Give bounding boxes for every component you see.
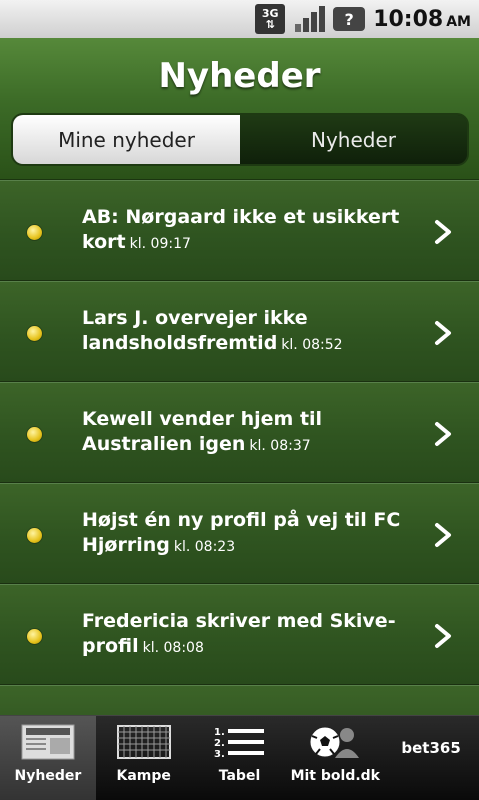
unread-dot-icon xyxy=(27,427,42,442)
chevron-right-icon xyxy=(435,624,451,648)
svg-text:1.: 1. xyxy=(214,727,225,738)
news-item[interactable]: Kewell vender hjem til Australien igen kl… xyxy=(0,382,479,483)
news-item-text: AB: Nørgaard ikke et usikkert kort kl. 09… xyxy=(82,205,402,257)
segment-nyheder[interactable]: Nyheder xyxy=(240,115,467,164)
chevron-right-icon xyxy=(435,321,451,345)
news-time: kl. 08:52 xyxy=(281,337,343,353)
news-time: kl. 08:37 xyxy=(249,438,311,454)
chevron-right-icon xyxy=(435,523,451,547)
unread-dot-icon xyxy=(27,629,42,644)
svg-text:2.: 2. xyxy=(214,738,225,749)
news-item-text: Lars J. overvejer ikke landsholdsfremtid… xyxy=(82,306,402,358)
unread-dot-icon xyxy=(27,326,42,341)
news-headline: Lars J. overvejer ikke landsholdsfremtid xyxy=(82,307,308,354)
status-bar: 3G ⇅ ? 10:08 AM xyxy=(0,0,479,38)
bet365-logo[interactable]: bet365 xyxy=(383,716,479,800)
clock-time: 10:08 xyxy=(373,6,444,32)
tab-tabel[interactable]: 1. 2. 3. Tabel xyxy=(192,716,288,800)
tab-label: Kampe xyxy=(116,768,171,784)
news-segment-control: Mine nyheder Nyheder xyxy=(11,113,469,166)
tab-label: Nyheder xyxy=(14,768,82,784)
news-time: kl. 09:17 xyxy=(129,236,191,252)
news-headline: Fredericia skriver med Skive-profil xyxy=(82,610,396,657)
news-item[interactable]: Lars J. overvejer ikke landsholdsfremtid… xyxy=(0,281,479,382)
ball-profile-icon xyxy=(307,722,363,762)
tab-label: Mit bold.dk xyxy=(290,768,380,784)
newspaper-icon xyxy=(21,722,75,762)
clock: 10:08 AM xyxy=(373,7,471,32)
numbered-list-icon: 1. 2. 3. xyxy=(212,722,266,762)
svg-text:3.: 3. xyxy=(214,749,225,759)
tab-kampe[interactable]: Kampe xyxy=(96,716,192,800)
data-arrows-icon: ⇅ xyxy=(265,18,275,31)
news-item[interactable]: Højst én ny profil på vej til FC Hjørrin… xyxy=(0,483,479,584)
news-time: kl. 08:23 xyxy=(173,539,236,555)
bottom-tab-bar: Nyheder Kampe 1. 2. 3. Tabel Mit bold.dk… xyxy=(0,715,479,800)
tab-mit-bold[interactable]: Mit bold.dk xyxy=(287,716,383,800)
page-title: Nyheder xyxy=(158,56,321,96)
news-item-partial[interactable] xyxy=(0,685,479,715)
clock-ampm: AM xyxy=(446,13,471,30)
tab-nyheder[interactable]: Nyheder xyxy=(0,716,96,800)
chevron-right-icon xyxy=(435,220,451,244)
news-item-text: Kewell vender hjem til Australien igen kl… xyxy=(82,407,402,459)
app-header: Nyheder Mine nyheder Nyheder xyxy=(0,38,479,180)
goal-net-icon xyxy=(116,722,171,762)
news-item-text: Højst én ny profil på vej til FC Hjørrin… xyxy=(82,508,402,560)
unread-dot-icon xyxy=(27,528,42,543)
network-3g-icon: 3G ⇅ xyxy=(255,4,286,34)
tab-label: Tabel xyxy=(218,768,261,784)
news-item-text: Fredericia skriver med Skive-profil kl. 0… xyxy=(82,609,402,661)
news-list: AB: Nørgaard ikke et usikkert kort kl. 09… xyxy=(0,180,479,715)
battery-unknown-icon: ? xyxy=(333,7,366,31)
news-item[interactable]: Fredericia skriver med Skive-profil kl. 0… xyxy=(0,584,479,685)
segment-mine-nyheder[interactable]: Mine nyheder xyxy=(13,115,240,164)
news-time: kl. 08:08 xyxy=(142,640,204,656)
signal-strength-icon xyxy=(293,4,326,34)
chevron-right-icon xyxy=(435,422,451,446)
unread-dot-icon xyxy=(27,225,42,240)
news-item[interactable]: AB: Nørgaard ikke et usikkert kort kl. 09… xyxy=(0,180,479,281)
news-headline: Højst én ny profil på vej til FC Hjørrin… xyxy=(82,509,401,556)
